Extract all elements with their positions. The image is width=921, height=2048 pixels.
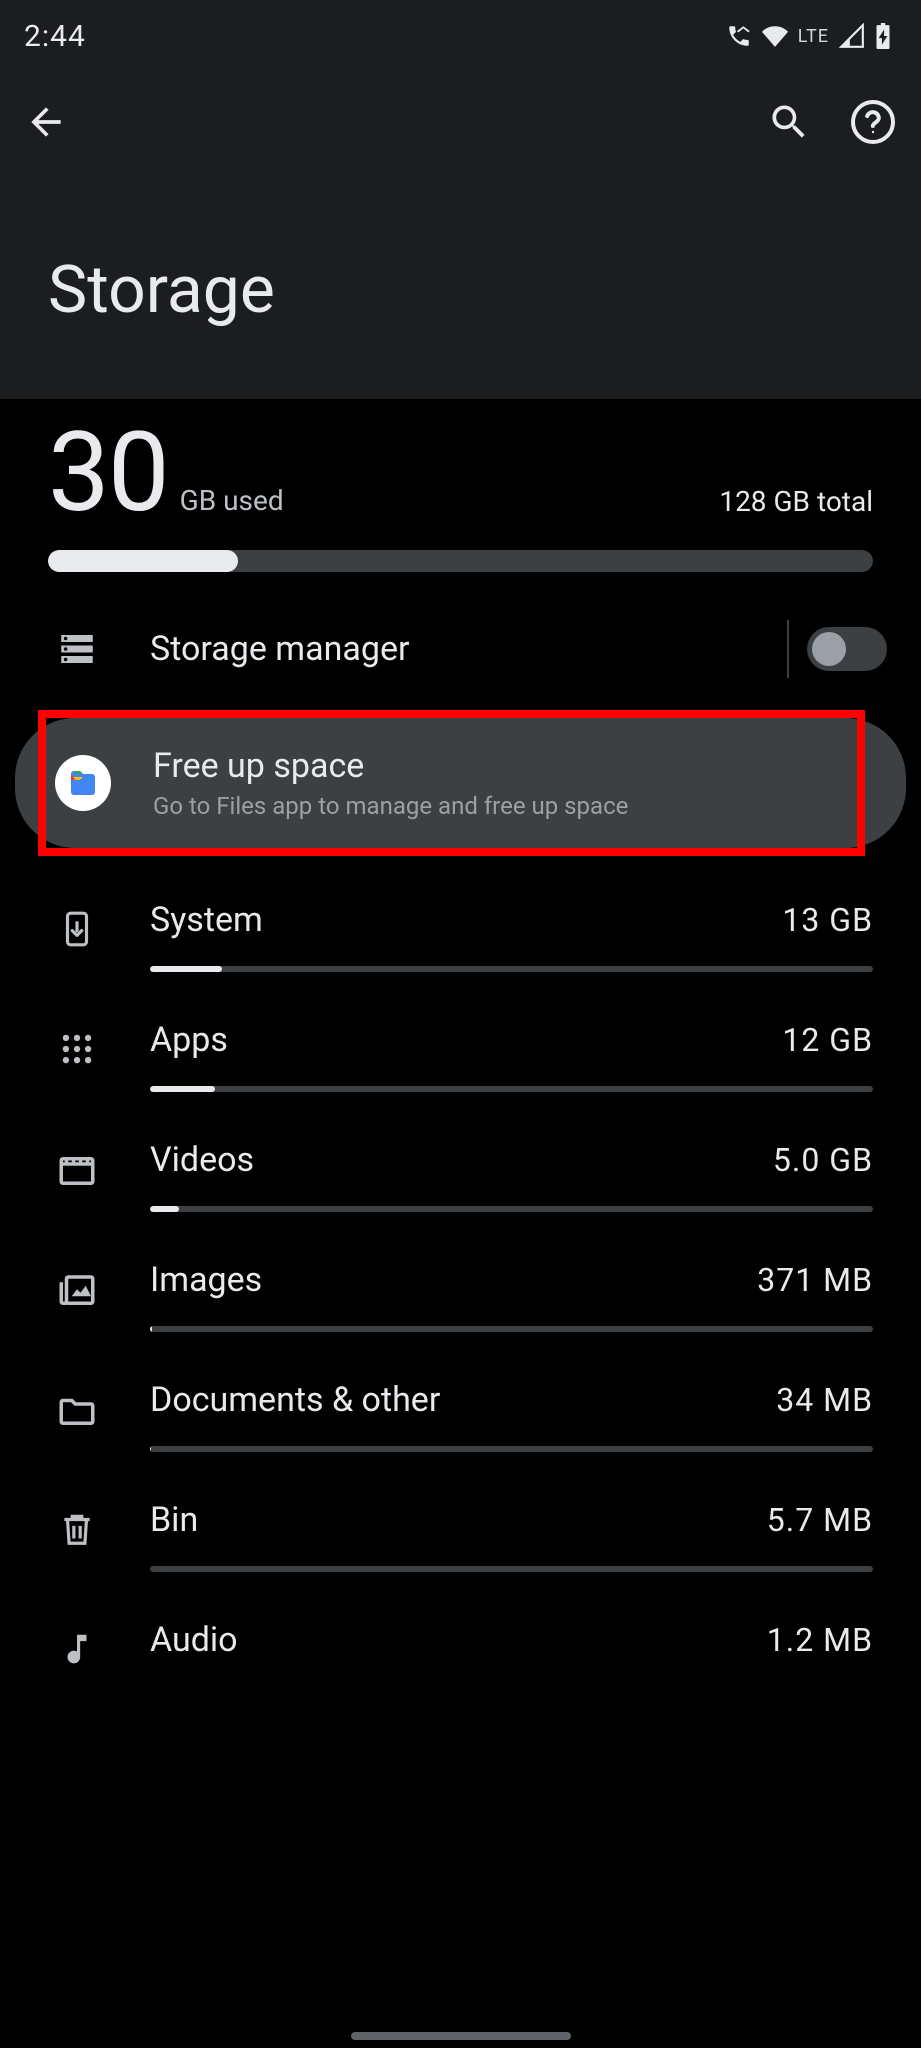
category-value: 34 MB [776, 1381, 873, 1419]
divider [787, 620, 789, 678]
category-row-documents-other[interactable]: Documents & other 34 MB [0, 1352, 921, 1472]
wifi-icon [762, 23, 788, 49]
status-time: 2:44 [24, 19, 86, 54]
back-button[interactable] [24, 100, 68, 144]
category-bar [150, 1326, 873, 1332]
videos-icon [52, 1150, 102, 1192]
images-icon [52, 1270, 102, 1312]
arrow-back-icon [24, 100, 68, 144]
storage-manager-toggle[interactable] [807, 627, 887, 671]
category-bar-fill [150, 1086, 215, 1092]
usage-amount: 30 [48, 423, 168, 522]
category-row-audio[interactable]: Audio 1.2 MB [0, 1592, 921, 1688]
documents-other-icon [52, 1390, 102, 1432]
search-icon [767, 100, 811, 144]
free-up-title: Free up space [153, 746, 866, 786]
category-bar [150, 1206, 873, 1212]
category-value: 5.7 MB [767, 1501, 873, 1539]
usage-unit: GB used [180, 484, 284, 517]
category-value: 12 GB [782, 1021, 873, 1059]
usage-bar-fill [48, 550, 238, 572]
usage-total: 128 GB total [719, 485, 873, 518]
system-icon [52, 910, 102, 948]
signal-icon [839, 23, 865, 49]
category-name: Images [150, 1260, 262, 1300]
wifi-calling-icon [726, 23, 752, 49]
status-bar: 2:44 LTE [0, 0, 921, 72]
audio-icon [52, 1630, 102, 1668]
storage-manager-row[interactable]: Storage manager [0, 592, 921, 706]
category-bar [150, 966, 873, 972]
category-value: 13 GB [782, 901, 873, 939]
category-value: 371 MB [757, 1261, 873, 1299]
category-row-apps[interactable]: Apps 12 GB [0, 992, 921, 1112]
status-icons: LTE [726, 23, 891, 49]
category-name: Apps [150, 1020, 228, 1060]
category-bar [150, 1086, 873, 1092]
help-icon [849, 98, 897, 146]
category-name: Bin [150, 1500, 198, 1540]
category-row-system[interactable]: System 13 GB [0, 872, 921, 992]
usage-summary: 30 GB used 128 GB total [0, 399, 921, 592]
bin-icon [52, 1510, 102, 1548]
search-button[interactable] [767, 100, 811, 144]
category-bar-fill [150, 1206, 179, 1212]
nav-handle[interactable] [351, 2032, 571, 2040]
category-row-bin[interactable]: Bin 5.7 MB [0, 1472, 921, 1592]
usage-bar [48, 550, 873, 572]
category-name: Videos [150, 1140, 254, 1180]
free-up-subtitle: Go to Files app to manage and free up sp… [153, 792, 866, 820]
files-app-icon [55, 755, 111, 811]
category-bar-fill [150, 1326, 152, 1332]
help-button[interactable] [849, 98, 897, 146]
category-bar-fill [150, 966, 222, 972]
storage-icon [56, 628, 98, 670]
category-value: 1.2 MB [767, 1621, 873, 1659]
category-row-videos[interactable]: Videos 5.0 GB [0, 1112, 921, 1232]
storage-manager-title: Storage manager [150, 629, 787, 669]
category-value: 5.0 GB [773, 1141, 873, 1179]
app-bar [0, 72, 921, 172]
title-area: Storage [0, 172, 921, 399]
category-row-images[interactable]: Images 371 MB [0, 1232, 921, 1352]
battery-charging-icon [875, 23, 891, 49]
category-name: Audio [150, 1620, 238, 1660]
category-bar [150, 1566, 873, 1572]
network-label: LTE [798, 26, 829, 47]
category-bar [150, 1446, 873, 1452]
free-up-space-button[interactable]: Free up space Go to Files app to manage … [15, 718, 906, 848]
category-name: System [150, 900, 263, 940]
apps-icon [52, 1030, 102, 1068]
page-title: Storage [48, 252, 873, 329]
toggle-knob [812, 632, 846, 666]
category-name: Documents & other [150, 1380, 440, 1420]
